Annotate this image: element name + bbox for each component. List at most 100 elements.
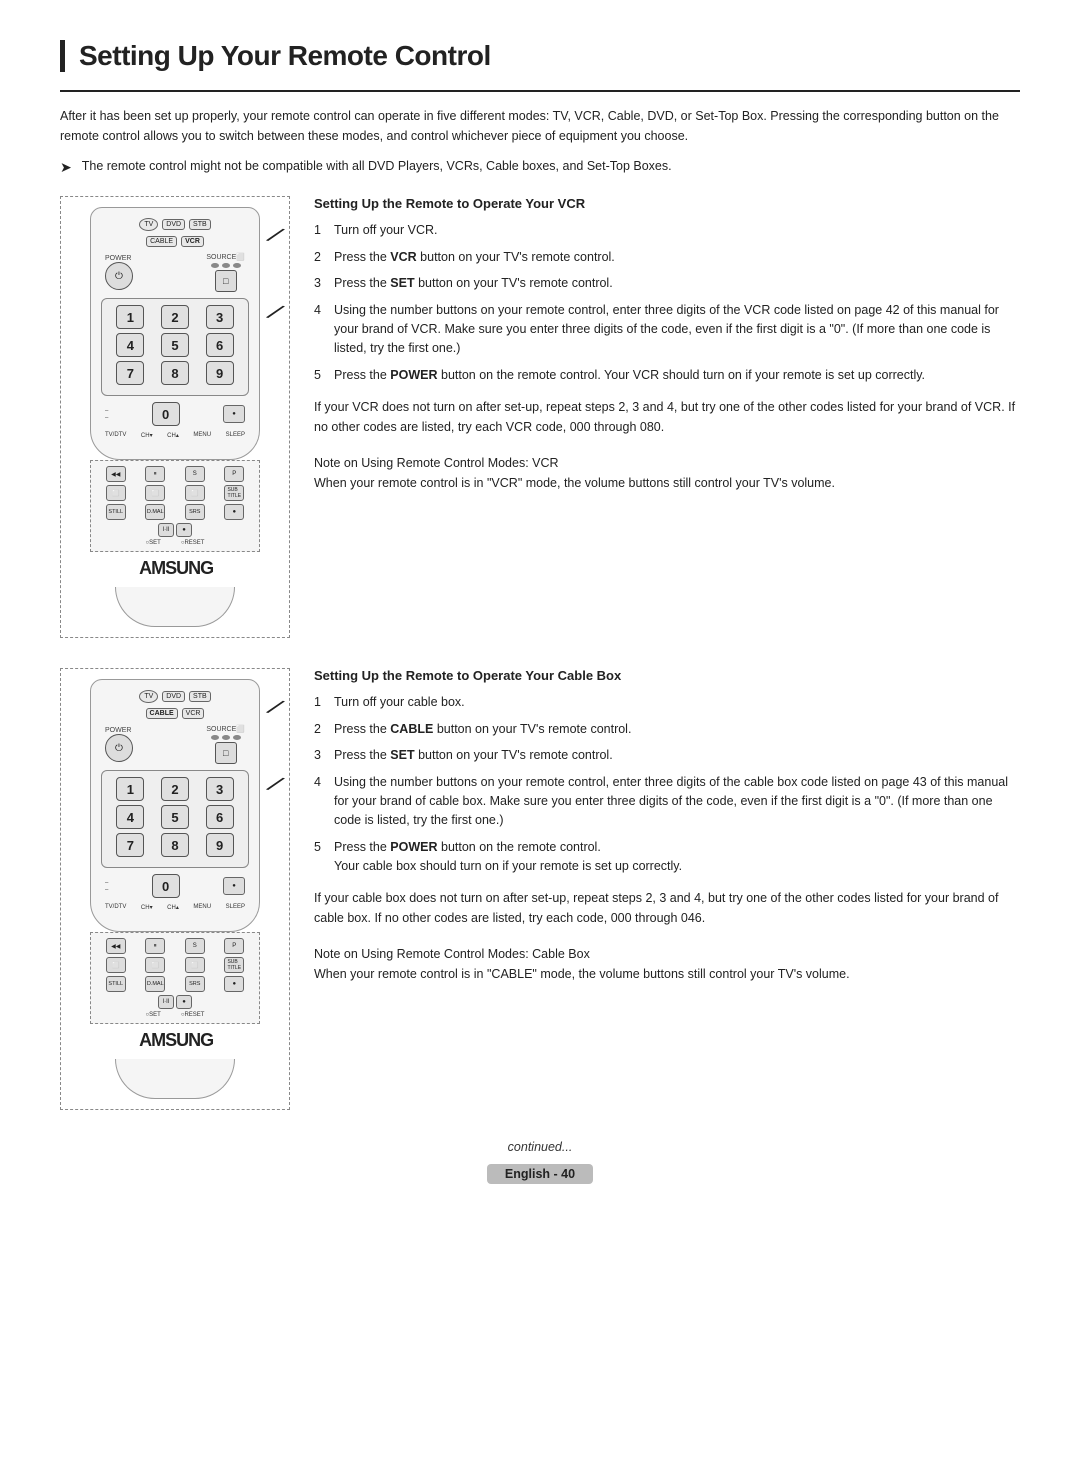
c-srs-btn: SRS: [185, 976, 205, 992]
vcr-note-title: Note on Using Remote Control Modes: VCR: [314, 456, 559, 470]
step-text-5: Press the POWER button on the remote con…: [334, 366, 1020, 385]
page-footer: English - 40: [60, 1164, 1020, 1184]
instructions-col-cable: Setting Up the Remote to Operate Your Ca…: [314, 668, 1020, 1110]
stb-btn: STB: [189, 219, 211, 230]
c-set-label: ○SET: [146, 1012, 161, 1018]
c-menu-label: MENU: [193, 904, 211, 911]
arrow1-vcr: ⟋: [265, 224, 284, 250]
ctrl-section-cable: ◀◀ ⏸ S P ⬜ ⬜ ⬜ SUBTITLE STILL D.MAL: [90, 932, 260, 1024]
dmal-btn: D.MAL: [145, 504, 165, 520]
eb3-btn: ⬜: [185, 485, 205, 501]
mode-row2-vcr: CABLE VCR: [101, 236, 249, 247]
arrow2-cable: ⟋: [265, 773, 284, 799]
c-step-text-5: Press the POWER button on the remote con…: [334, 838, 1020, 877]
remote-bottom-cable: [115, 1059, 235, 1099]
cable-step-3: 3 Press the SET button on your TV's remo…: [314, 746, 1020, 765]
vcr-steps: 1 Turn off your VCR. 2 Press the VCR but…: [314, 221, 1020, 385]
c-dot-btn: ●: [224, 976, 244, 992]
c-dmal-btn: D.MAL: [145, 976, 165, 992]
c-num-4: 4: [116, 805, 144, 829]
num-0: 0: [152, 402, 180, 426]
c-sleep-label: SLEEP: [226, 904, 245, 911]
c-ch-label: CH▾: [141, 904, 153, 911]
vcr-section-title: Setting Up the Remote to Operate Your VC…: [314, 196, 1020, 211]
ctrl-row1-vcr: ◀◀ ⏸ S P: [96, 466, 254, 482]
ctrl-row2-vcr: ⬜ ⬜ ⬜ SUBTITLE: [96, 485, 254, 501]
c-reset-label: ○RESET: [181, 1012, 205, 1018]
intro-text: After it has been set up properly, your …: [60, 106, 1020, 146]
dot-btn: ●: [224, 504, 244, 520]
dvd-btn-c: DVD: [162, 691, 185, 702]
zero-row-cable: –– 0 ●: [101, 874, 249, 898]
c-step-text-1: Turn off your cable box.: [334, 693, 1020, 712]
source-button-c: □: [215, 742, 237, 764]
ctrl-row3-vcr: STILL D.MAL SRS ●: [96, 504, 254, 520]
cable-note: Note on Using Remote Control Modes: Cabl…: [314, 944, 1020, 984]
power-button: ⏻: [105, 262, 133, 290]
set-label: ○SET: [146, 540, 161, 546]
step-text-2: Press the VCR button on your TV's remote…: [334, 248, 1020, 267]
c-num-7: 7: [116, 833, 144, 857]
c-ptype-btn: P: [224, 938, 244, 954]
source-label-c: SOURCE⬜: [206, 725, 245, 733]
vcr-step-3: 3 Press the SET button on your TV's remo…: [314, 274, 1020, 293]
mode-row2-cable: CABLE VCR: [101, 708, 249, 719]
arrow1-cable: ⟋: [265, 696, 284, 722]
srs-btn: SRS: [185, 504, 205, 520]
c-subtitle-btn: SUBTITLE: [224, 957, 244, 973]
side-labels-left: ––: [105, 408, 108, 421]
remote-body-cable: TV DVD STB CABLE VCR POWER ⏻: [90, 679, 260, 932]
menu-label: MENU: [193, 432, 211, 439]
remote-body-vcr: TV DVD STB CABLE VCR POWER ⏻: [90, 207, 260, 460]
note-line: ➤ The remote control might not be compat…: [60, 156, 1020, 178]
num-7: 7: [116, 361, 144, 385]
still-btn: STILL: [106, 504, 126, 520]
ptype-btn: P: [224, 466, 244, 482]
tvdtv-label: TV/DTV: [105, 432, 126, 439]
c-eb2-btn: ⬜: [145, 957, 165, 973]
arrow-icon: ➤: [60, 156, 72, 178]
set-reset-row-vcr: ○SET ○RESET: [96, 540, 254, 546]
c-step-text-4: Using the number buttons on your remote …: [334, 773, 1020, 831]
vcr-step-4: 4 Using the number buttons on your remot…: [314, 301, 1020, 359]
vcr-if-not: If your VCR does not turn on after set-u…: [314, 397, 1020, 437]
mode-row-vcr: TV DVD STB: [101, 218, 249, 231]
bottom-text-cable: TV/DTV CH▾ CH▴ MENU SLEEP: [101, 904, 249, 911]
samsung-text-cable:  AMSUNG: [137, 1030, 213, 1050]
c-step-num-2: 2: [314, 720, 326, 739]
page-title: Setting Up Your Remote Control: [79, 40, 1020, 72]
page-title-bar: Setting Up Your Remote Control: [60, 40, 1020, 72]
source-button: □: [215, 270, 237, 292]
c-eb3-btn: ⬜: [185, 957, 205, 973]
sleep-label: SLEEP: [226, 432, 245, 439]
remote-wrapper-cable: TV DVD STB CABLE VCR POWER ⏻: [60, 668, 290, 1110]
cable-btn-c: CABLE: [146, 708, 178, 719]
c-num-0: 0: [152, 874, 180, 898]
num-6: 6: [206, 333, 234, 357]
power-row-vcr: POWER ⏻ SOURCE⬜ □: [101, 253, 249, 292]
num-8: 8: [161, 361, 189, 385]
ch-up-label: CH▴: [167, 432, 179, 439]
ctrl-section-vcr: ◀◀ ⏸ S P ⬜ ⬜ ⬜ SUBTITLE STILL D.MAL: [90, 460, 260, 552]
cable-section-title: Setting Up the Remote to Operate Your Ca…: [314, 668, 1020, 683]
instructions-col-vcr: Setting Up the Remote to Operate Your VC…: [314, 196, 1020, 638]
c-num-9: 9: [206, 833, 234, 857]
remote-outer-cable: TV DVD STB CABLE VCR POWER ⏻: [90, 679, 260, 1099]
c-step-num-1: 1: [314, 693, 326, 712]
cable-steps: 1 Turn off your cable box. 2 Press the C…: [314, 693, 1020, 876]
continued-text: continued...: [60, 1140, 1020, 1154]
vcr-btn-c: VCR: [182, 708, 205, 719]
bottom-text-vcr: TV/DTV CH▾ CH▴ MENU SLEEP: [101, 432, 249, 439]
num-1: 1: [116, 305, 144, 329]
c-num-2: 2: [161, 777, 189, 801]
num-3: 3: [206, 305, 234, 329]
cable-step-1: 1 Turn off your cable box.: [314, 693, 1020, 712]
step-num-4: 4: [314, 301, 326, 320]
c-smode-btn: S: [185, 938, 205, 954]
samsung-logo-cable:  AMSUNG: [90, 1030, 260, 1051]
c-ch-up-label: CH▴: [167, 904, 179, 911]
remote-col-cable: TV DVD STB CABLE VCR POWER ⏻: [60, 668, 290, 1110]
c-step-num-4: 4: [314, 773, 326, 792]
c-rew-btn: ◀◀: [106, 938, 126, 954]
power-label: POWER: [105, 255, 133, 262]
